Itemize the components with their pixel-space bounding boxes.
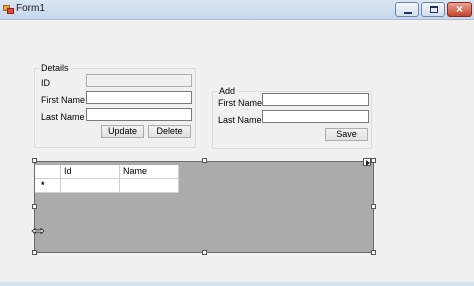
details-last-name-label: Last Name <box>41 112 85 122</box>
details-first-name-field[interactable] <box>86 91 192 104</box>
form-icon <box>3 4 14 15</box>
smart-tag-icon[interactable] <box>363 158 371 166</box>
resize-handle-bottom-right[interactable] <box>371 250 376 255</box>
window-title: Form1 <box>16 3 45 14</box>
resize-handle-top-right[interactable] <box>371 158 376 163</box>
delete-button[interactable]: Delete <box>148 125 191 138</box>
update-button[interactable]: Update <box>101 125 144 138</box>
add-last-name-label: Last Name <box>218 115 262 125</box>
new-row-marker: * <box>35 179 61 193</box>
id-label: ID <box>41 78 50 88</box>
column-header-id[interactable]: Id <box>61 165 120 179</box>
table-cell[interactable] <box>61 179 120 193</box>
grid-header-row: Id Name <box>35 165 179 179</box>
minimize-icon <box>404 12 412 14</box>
add-first-name-label: First Name <box>218 98 263 108</box>
details-first-name-label: First Name <box>41 95 86 105</box>
window-bottom-edge <box>0 282 474 286</box>
resize-handle-bottom-left[interactable] <box>32 250 37 255</box>
id-field[interactable] <box>86 74 192 87</box>
row-header-corner[interactable] <box>35 165 61 179</box>
add-legend: Add <box>217 86 238 96</box>
details-last-name-field[interactable] <box>86 108 192 121</box>
close-icon: × <box>455 2 463 16</box>
resize-handle-left[interactable] <box>32 204 37 209</box>
table-row[interactable]: * <box>35 179 179 193</box>
table-cell[interactable] <box>120 179 179 193</box>
resize-handle-top[interactable] <box>202 158 207 163</box>
save-button[interactable]: Save <box>325 128 368 141</box>
data-grid[interactable]: Id Name * <box>34 161 374 253</box>
maximize-button[interactable] <box>421 2 445 17</box>
minimize-button[interactable] <box>395 2 419 17</box>
resize-handle-top-left[interactable] <box>32 158 37 163</box>
close-button[interactable]: × <box>447 2 472 17</box>
add-last-name-field[interactable] <box>262 110 369 123</box>
maximize-icon <box>430 6 438 13</box>
details-legend: Details <box>39 63 71 73</box>
resize-handle-right[interactable] <box>371 204 376 209</box>
resize-cursor-icon <box>31 228 45 234</box>
resize-handle-bottom[interactable] <box>202 250 207 255</box>
add-first-name-field[interactable] <box>262 93 369 106</box>
column-header-name[interactable]: Name <box>120 165 179 179</box>
title-bar[interactable]: Form1 × <box>0 0 474 20</box>
